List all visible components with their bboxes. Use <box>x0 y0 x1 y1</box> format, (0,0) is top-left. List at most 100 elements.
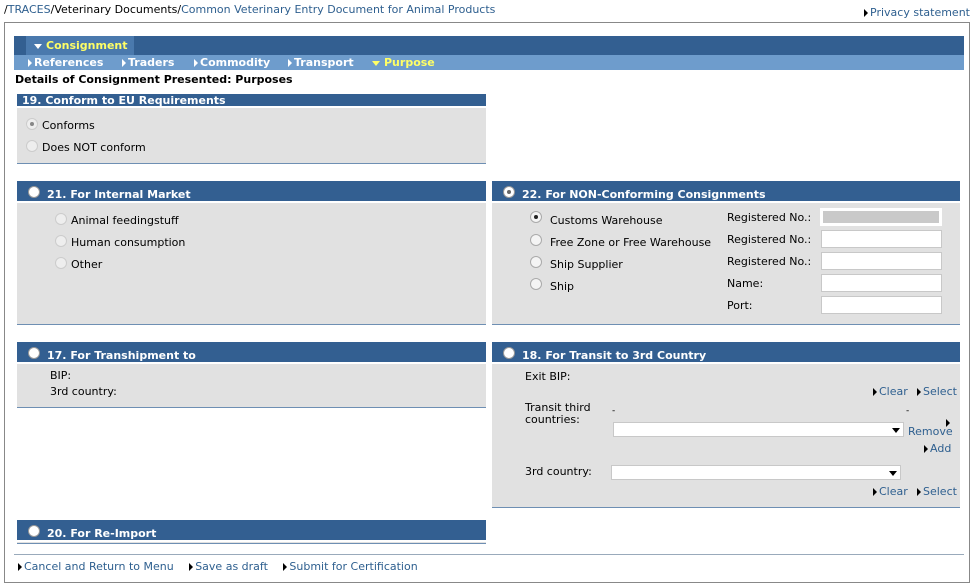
third-country-clear-link[interactable]: Clear <box>873 485 908 498</box>
arrow-right-icon <box>924 445 928 453</box>
box-17-panel: 17. For Transhipment to BIP: 3rd country… <box>17 342 486 408</box>
tab-purpose[interactable]: Purpose <box>372 56 435 69</box>
bip-label: BIP: <box>50 369 72 382</box>
non-conforming-radio[interactable] <box>503 186 515 198</box>
remove-link[interactable]: Remove <box>908 425 953 438</box>
transhipment-radio[interactable] <box>28 347 40 359</box>
tab-traders[interactable]: Traders <box>122 56 174 69</box>
registered-no-label: Registered No.: <box>727 255 812 268</box>
breadcrumb-current-link[interactable]: Common Veterinary Entry Document for Ani… <box>181 3 495 16</box>
box-18-header: 18. For Transit to 3rd Country <box>492 342 960 364</box>
arrow-right-icon <box>18 563 22 571</box>
chevron-down-icon <box>34 43 42 49</box>
human-consumption-label: Human consumption <box>71 236 186 249</box>
free-zone-registered-no-input[interactable] <box>821 230 942 248</box>
transit-countries-select[interactable] <box>613 422 904 437</box>
divider <box>14 554 964 555</box>
exit-bip-select-link[interactable]: Select <box>917 385 957 398</box>
conforms-label: Conforms <box>42 119 95 132</box>
box-21-header: 21. For Internal Market <box>17 181 486 203</box>
box-18-title: 18. For Transit to 3rd Country <box>522 349 707 362</box>
add-link[interactable]: Add <box>924 442 951 455</box>
box-20-title: 20. For Re-Import <box>47 527 157 540</box>
cancel-and-return-link[interactable]: Cancel and Return to Menu <box>18 560 174 573</box>
save-as-draft-link[interactable]: Save as draft <box>189 560 268 573</box>
arrow-right-icon <box>283 563 288 571</box>
third-country-select[interactable] <box>611 465 901 480</box>
tab-commodity[interactable]: Commodity <box>194 56 270 69</box>
tab-consignment[interactable]: Consignment <box>26 36 134 55</box>
arrow-right-icon <box>917 488 921 496</box>
tab-references[interactable]: References <box>28 56 103 69</box>
arrow-right-icon <box>864 9 869 17</box>
box-17-title: 17. For Transhipment to <box>47 349 196 362</box>
ship-name-input[interactable] <box>821 274 942 292</box>
box-18-panel: 18. For Transit to 3rd Country Exit BIP:… <box>492 342 960 508</box>
ship-supplier-label: Ship Supplier <box>550 258 623 271</box>
submit-label: Submit for Certification <box>289 560 418 573</box>
box-22-header: 22. For NON-Conforming Consignments <box>492 181 960 203</box>
add-label: Add <box>930 442 952 455</box>
box-22-panel: 22. For NON-Conforming Consignments Cust… <box>492 181 960 325</box>
submit-for-certification-link[interactable]: Submit for Certification <box>283 560 418 573</box>
main-tab-bar: Consignment <box>14 36 964 55</box>
box-21-panel: 21. For Internal Market Animal feedingst… <box>17 181 486 325</box>
chevron-down-icon <box>372 60 380 66</box>
box-17-header: 17. For Transhipment to <box>17 342 486 364</box>
box-21-title: 21. For Internal Market <box>47 188 191 201</box>
ship-supplier-registered-no-input[interactable] <box>821 252 942 270</box>
conforms-radio[interactable] <box>26 118 38 130</box>
tab-commodity-label: Commodity <box>200 56 271 69</box>
tab-purpose-label: Purpose <box>384 56 435 69</box>
arrow-right-icon <box>288 59 292 67</box>
select-label: Select <box>923 385 957 398</box>
tab-transport[interactable]: Transport <box>288 56 354 69</box>
remove-label: Remove <box>908 425 953 438</box>
third-country-select-link[interactable]: Select <box>917 485 957 498</box>
box-19-title: 19. Conform to EU Requirements <box>17 94 486 108</box>
save-draft-label: Save as draft <box>195 560 268 573</box>
bottom-action-bar: Cancel and Return to Menu Save as draft … <box>18 560 430 573</box>
arrow-right-icon <box>873 488 877 496</box>
breadcrumb-traces-link[interactable]: TRACES <box>8 3 51 16</box>
tab-consignment-label: Consignment <box>46 39 128 52</box>
dash-marker: - <box>612 406 616 416</box>
port-input[interactable] <box>821 296 942 314</box>
box-20-panel: 20. For Re-Import <box>17 520 486 544</box>
free-zone-radio[interactable] <box>530 234 542 246</box>
transit-radio[interactable] <box>503 347 515 359</box>
exit-bip-clear-link[interactable]: Clear <box>873 385 908 398</box>
box-22-title: 22. For NON-Conforming Consignments <box>522 188 766 201</box>
human-consumption-radio[interactable] <box>55 235 67 247</box>
breadcrumb: /TRACES/Veterinary Documents/Common Vete… <box>4 3 496 16</box>
box-19-panel: 19. Conform to EU Requirements Conforms … <box>17 94 486 164</box>
privacy-statement-label[interactable]: Privacy statement <box>870 6 970 19</box>
tab-traders-label: Traders <box>128 56 175 69</box>
privacy-statement-link[interactable]: Privacy statement <box>864 6 970 19</box>
customs-registered-no-input <box>820 208 942 226</box>
other-radio[interactable] <box>55 257 67 269</box>
select-label: Select <box>923 485 957 498</box>
ship-radio[interactable] <box>530 278 542 290</box>
arrow-right-icon <box>917 388 921 396</box>
customs-warehouse-radio[interactable] <box>530 211 542 223</box>
arrow-right-icon <box>28 59 32 67</box>
page-title: Details of Consignment Presented: Purpos… <box>15 73 293 86</box>
registered-no-label: Registered No.: <box>727 211 812 224</box>
ship-supplier-radio[interactable] <box>530 256 542 268</box>
internal-market-radio[interactable] <box>28 186 40 198</box>
dropdown-arrow-icon <box>889 471 897 476</box>
ship-label: Ship <box>550 280 574 293</box>
does-not-conform-label: Does NOT conform <box>42 141 146 154</box>
animal-feedingstuff-radio[interactable] <box>55 213 67 225</box>
dropdown-arrow-icon <box>892 428 900 433</box>
transit-countries-label-2: countries: <box>525 413 580 426</box>
free-zone-label: Free Zone or Free Warehouse <box>550 236 712 249</box>
dash-marker: - <box>906 406 910 416</box>
tab-transport-label: Transport <box>294 56 354 69</box>
cancel-label: Cancel and Return to Menu <box>24 560 174 573</box>
clear-label: Clear <box>879 485 908 498</box>
does-not-conform-radio[interactable] <box>26 140 38 152</box>
re-import-radio[interactable] <box>28 525 40 537</box>
third-country-label: 3rd country: <box>50 385 117 398</box>
